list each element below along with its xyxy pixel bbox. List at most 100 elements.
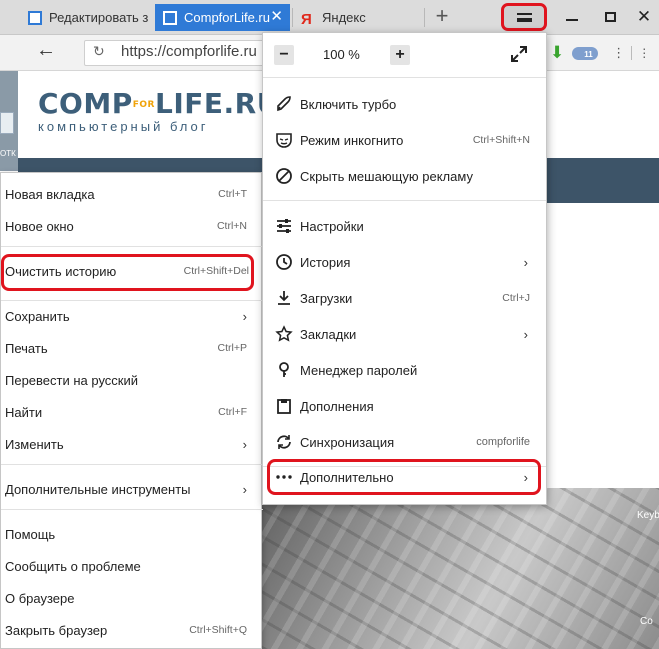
url-text[interactable]: https://compforlife.ru (121, 43, 257, 60)
menu-divider (1, 509, 263, 510)
overflow-icon[interactable]: ⋮ (631, 46, 650, 60)
cloud-icon[interactable]: 11 (572, 45, 600, 61)
sync-account: compforlife (476, 436, 530, 448)
menu-item-downloads[interactable]: Загрузки Ctrl+J (263, 281, 546, 315)
addons-icon (275, 397, 293, 415)
menu-item-bookmarks[interactable]: Закладки › (263, 317, 546, 351)
zoom-level: 100 % (323, 47, 360, 62)
submenu-item-about[interactable]: О браузере (1, 583, 263, 613)
desktop-strip: ОТК (0, 71, 18, 171)
logo-text-comp: COMP (38, 87, 133, 120)
submenu-item-save[interactable]: Сохранить › (1, 301, 263, 331)
tab-label: Редактировать з (49, 10, 149, 25)
menu-label: Настройки (300, 218, 364, 234)
shortcut-hint: Ctrl+T (218, 188, 247, 200)
close-window-button[interactable]: ✕ (627, 4, 659, 30)
browser-menu-button[interactable] (501, 3, 547, 31)
site-logo[interactable]: COMPFORLIFE.RU компьютерный блог (38, 87, 280, 134)
menu-label: Сообщить о проблеме (5, 558, 141, 574)
highlight-frame (267, 459, 541, 495)
download-arrow-icon[interactable]: ⬇ (550, 43, 564, 63)
browser-main-menu: − 100 % + Включить турбо Режим инкогнито… (262, 32, 547, 505)
file-icon (0, 112, 14, 134)
menu-label: Режим инкогнито (300, 132, 404, 148)
back-arrow-icon[interactable]: ← (36, 39, 56, 62)
block-icon (275, 167, 293, 185)
menu-label: Новое окно (5, 218, 74, 234)
menu-label: Перевести на русский (5, 372, 139, 388)
submenu-item-translate[interactable]: Перевести на русский (1, 365, 263, 395)
tab-label: CompforLife.ru (184, 10, 270, 25)
hamburger-icon (517, 13, 532, 22)
fullscreen-icon[interactable] (510, 45, 528, 63)
minimize-button[interactable] (555, 4, 589, 30)
file-label: ОТК (0, 149, 16, 158)
badge-count: 11 (584, 50, 593, 59)
settings-sliders-icon (275, 217, 293, 235)
submenu-item-dev-tools[interactable]: Дополнительные инструменты › (1, 474, 263, 504)
tab-compforlife[interactable]: CompforLife.ru ✕ (155, 4, 290, 31)
highlight-frame (1, 254, 254, 291)
more-submenu: Новая вкладка Ctrl+T Новое окно Ctrl+N О… (0, 172, 263, 649)
tab-edit[interactable]: Редактировать з (20, 4, 154, 31)
shortcut-hint: Ctrl+Shift+Q (189, 624, 247, 636)
menu-item-incognito[interactable]: Режим инкогнито Ctrl+Shift+N (263, 123, 546, 157)
menu-item-settings[interactable]: Настройки (263, 209, 546, 243)
photo-label: Keyb (637, 510, 659, 521)
menu-divider (263, 200, 546, 201)
menu-item-passwords[interactable]: Менеджер паролей (263, 353, 546, 387)
maximize-icon (604, 12, 616, 23)
submenu-item-print[interactable]: Печать Ctrl+P (1, 333, 263, 363)
overflow-icon[interactable]: ⋮ (612, 45, 625, 61)
reload-icon[interactable]: ↻ (93, 43, 105, 60)
menu-item-sync[interactable]: Синхронизация compforlife (263, 425, 546, 459)
zoom-in-button[interactable]: + (390, 45, 410, 65)
chevron-right-icon: › (523, 326, 528, 342)
submenu-item-quit[interactable]: Закрыть браузер Ctrl+Shift+Q (1, 615, 263, 645)
download-icon (275, 289, 293, 307)
menu-item-turbo[interactable]: Включить турбо (263, 87, 546, 121)
submenu-item-help[interactable]: Помощь (1, 519, 263, 549)
rocket-icon (275, 95, 293, 113)
menu-label: Включить турбо (300, 96, 397, 112)
menu-label: Менеджер паролей (300, 362, 418, 378)
submenu-item-new-tab[interactable]: Новая вкладка Ctrl+T (1, 179, 263, 209)
tab-close-icon[interactable]: ✕ (270, 7, 283, 25)
tab-yandex[interactable]: Я Яндекс (293, 4, 423, 31)
shortcut-hint: Ctrl+Shift+N (472, 134, 530, 146)
logo-tagline: компьютерный блог (38, 119, 209, 134)
menu-label: Загрузки (300, 290, 353, 306)
yandex-icon: Я (301, 10, 312, 28)
menu-item-history[interactable]: История › (263, 245, 546, 279)
menu-label: Дополнительные инструменты (5, 481, 191, 497)
menu-label: Закрыть браузер (5, 622, 108, 638)
star-icon (275, 325, 293, 343)
chevron-right-icon: › (523, 254, 528, 270)
submenu-item-find[interactable]: Найти Ctrl+F (1, 397, 263, 427)
maximize-button[interactable] (593, 4, 627, 30)
incognito-mask-icon (275, 131, 293, 149)
submenu-item-new-window[interactable]: Новое окно Ctrl+N (1, 211, 263, 241)
menu-label: Печать (5, 340, 48, 356)
background-photo (262, 488, 659, 649)
menu-label: Закладки (300, 326, 357, 342)
menu-divider (263, 77, 546, 78)
submenu-item-report[interactable]: Сообщить о проблеме (1, 551, 263, 581)
menu-label: Изменить (5, 436, 64, 452)
clock-icon (275, 253, 293, 271)
photo-label: Co (640, 616, 653, 627)
menu-item-addons[interactable]: Дополнения (263, 389, 546, 423)
menu-divider (1, 246, 263, 247)
menu-label: Скрыть мешающую рекламу (300, 168, 473, 184)
menu-label: Помощь (5, 526, 56, 542)
submenu-item-edit[interactable]: Изменить › (1, 429, 263, 459)
zoom-out-button[interactable]: − (274, 45, 294, 65)
tab-strip: Редактировать з CompforLife.ru ✕ Я Яндек… (0, 0, 659, 35)
chevron-right-icon: › (242, 481, 247, 497)
shortcut-hint: Ctrl+P (217, 342, 247, 354)
menu-item-adblock[interactable]: Скрыть мешающую рекламу (263, 159, 546, 193)
minimize-icon (566, 19, 578, 21)
chevron-right-icon: › (242, 436, 247, 452)
menu-label: История (300, 254, 351, 270)
new-tab-button[interactable]: + (430, 4, 454, 28)
